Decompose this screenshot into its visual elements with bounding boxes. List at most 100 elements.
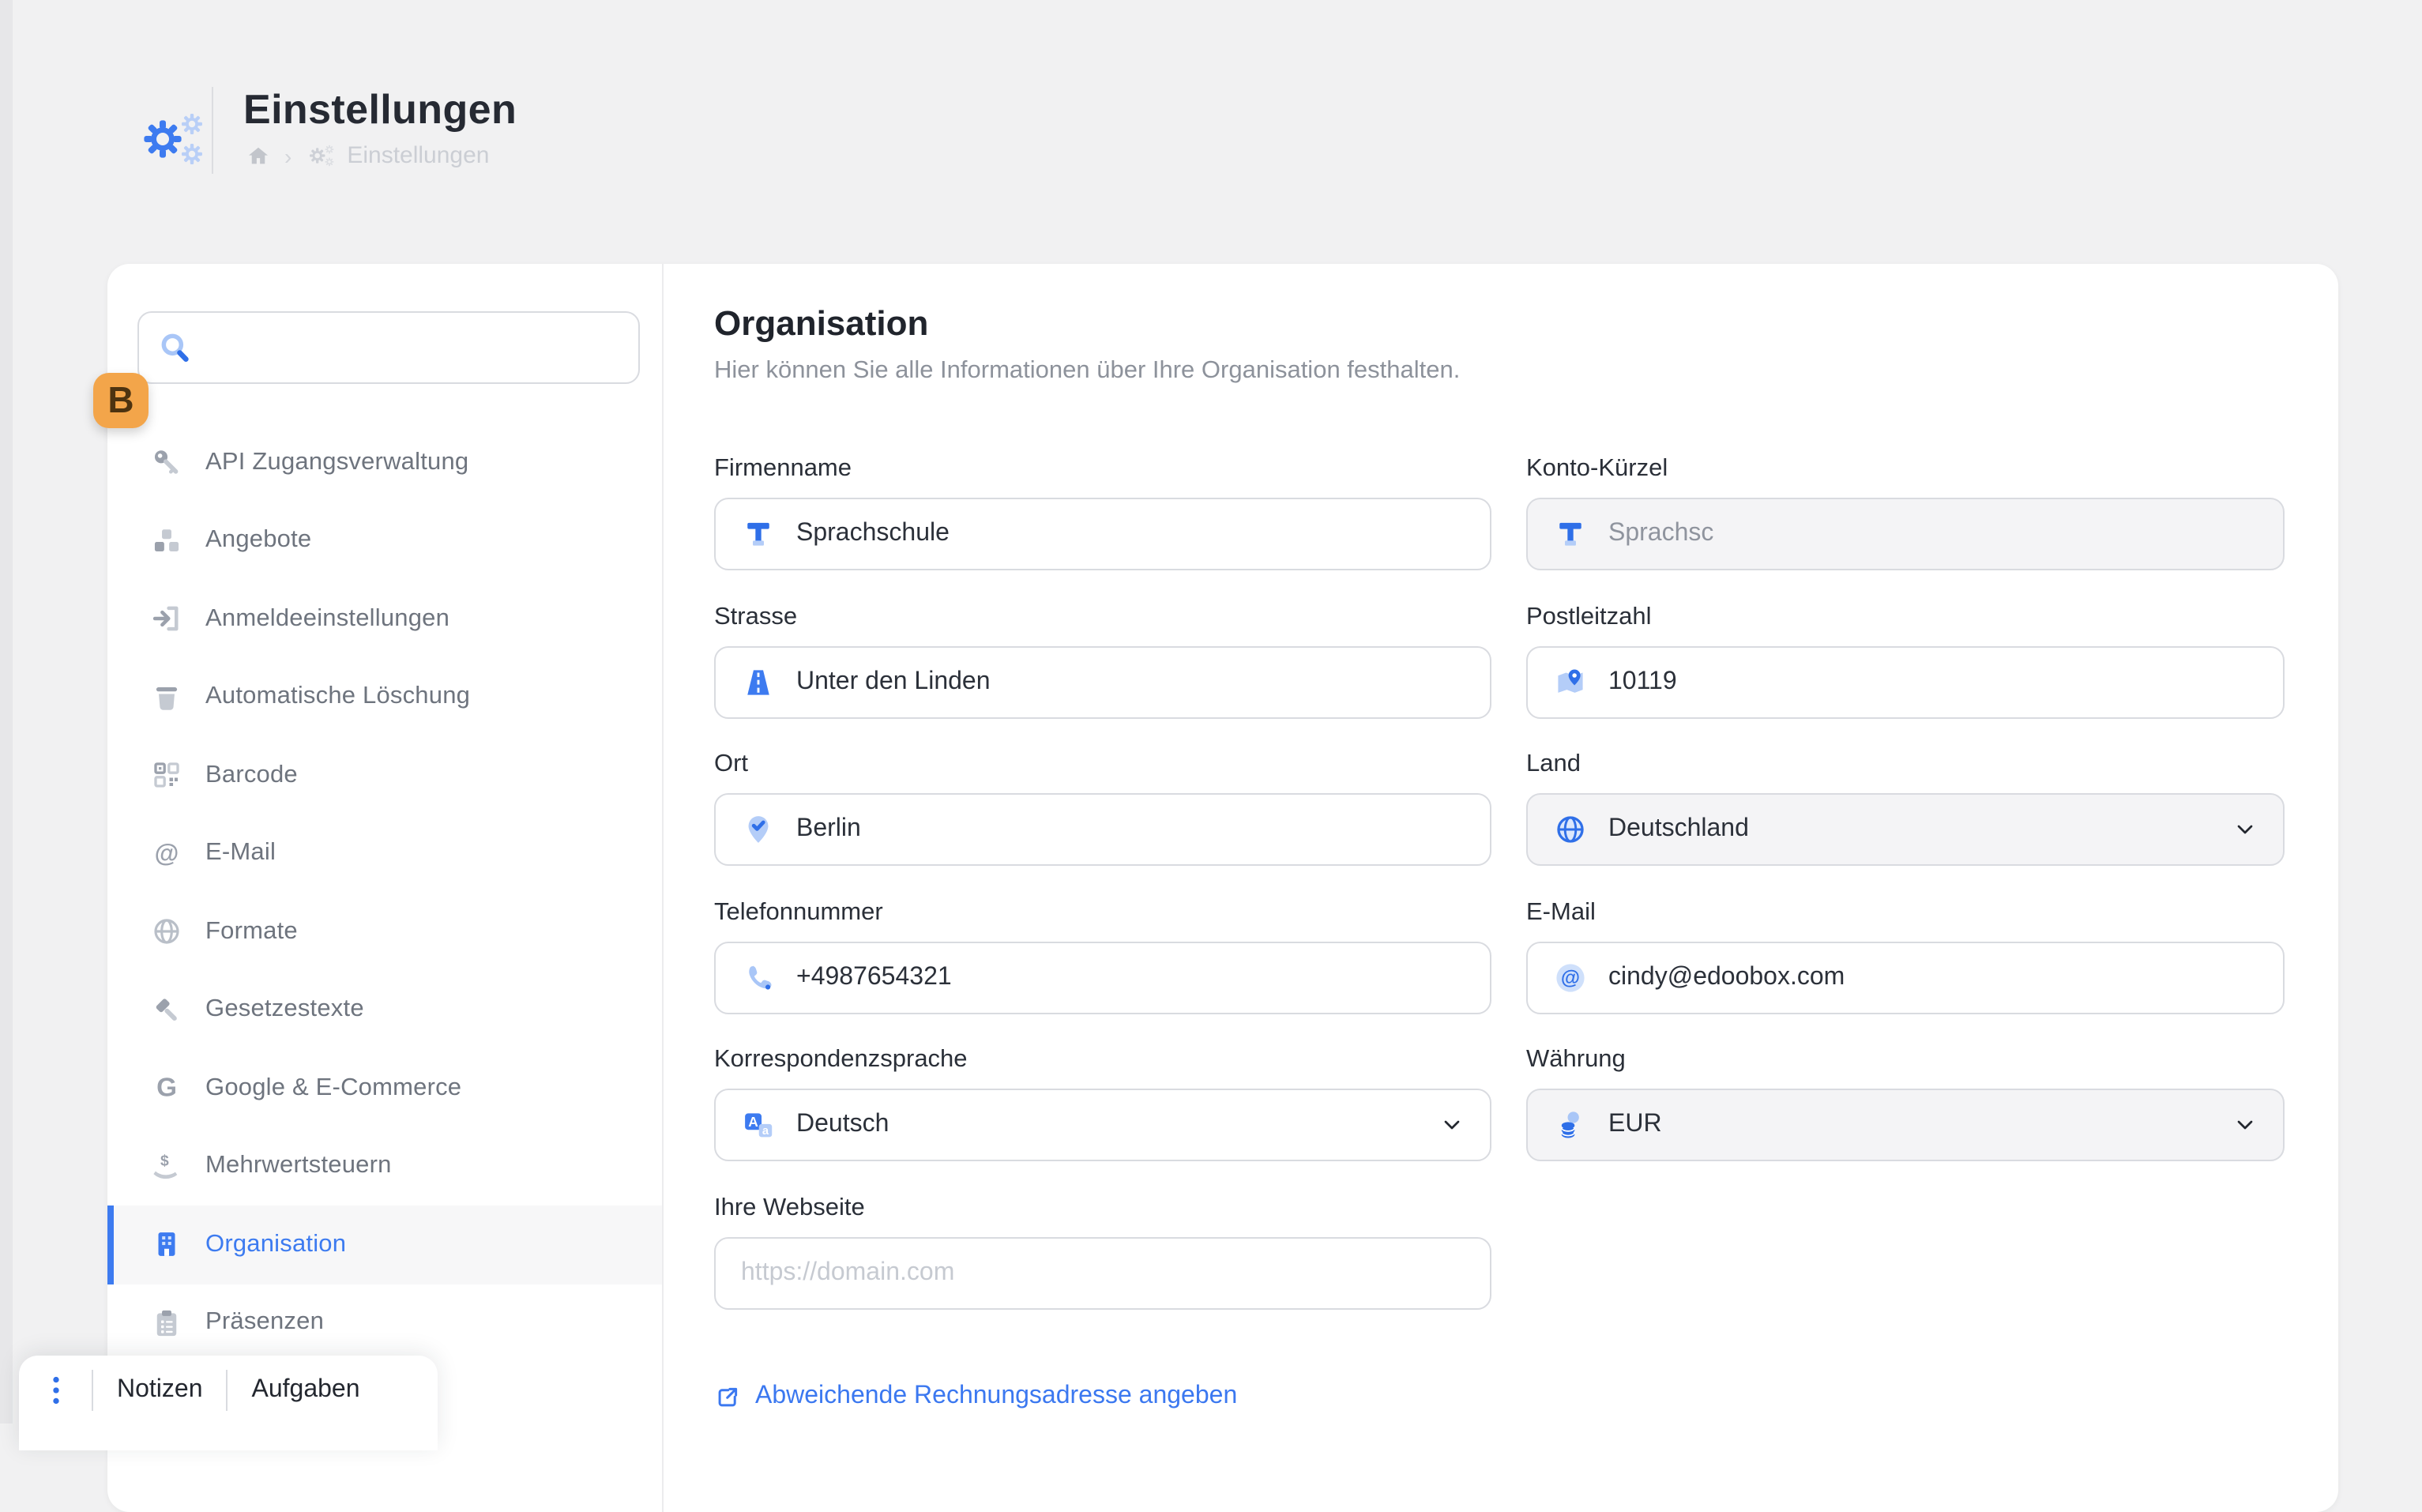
waehrung-value: EUR <box>1608 1111 1662 1139</box>
kebab-menu-icon[interactable] <box>44 1373 68 1408</box>
coins-icon <box>1553 1108 1588 1142</box>
svg-text:G: G <box>156 1074 177 1103</box>
sidebar-item-label: Angebote <box>205 527 311 555</box>
field-waehrung: Währung EUR <box>1526 1046 2285 1161</box>
webseite-input[interactable]: https://domain.com <box>714 1236 1491 1309</box>
ort-value: Berlin <box>796 815 861 844</box>
building-icon <box>150 1228 183 1262</box>
gavel-icon <box>150 994 183 1027</box>
korrespondenzsprache-value: Deutsch <box>796 1111 889 1139</box>
badge-b[interactable]: B <box>93 373 149 428</box>
sidebar-item-e-mail[interactable]: @E-Mail <box>107 814 662 893</box>
korrespondenzsprache-select[interactable]: AaDeutsch <box>714 1089 1491 1161</box>
road-icon <box>741 664 776 699</box>
trash-icon <box>150 681 183 714</box>
field-webseite: Ihre Webseitehttps://domain.com <box>714 1194 1491 1309</box>
field-firmenname: Firmenname Sprachschule <box>714 455 1491 570</box>
sidebar-item-label: Formate <box>205 918 298 946</box>
email-label: E-Mail <box>1526 898 2285 928</box>
widget-divider <box>227 1370 228 1411</box>
phone-icon <box>741 960 776 995</box>
ort-input[interactable]: Berlin <box>714 793 1491 866</box>
land-label: Land <box>1526 750 2285 780</box>
settings-gears-icon <box>133 107 205 179</box>
strasse-input[interactable]: Unter den Linden <box>714 645 1491 718</box>
settings-gears-small-icon <box>304 142 334 169</box>
sidebar-item-angebote[interactable]: Angebote <box>107 502 662 580</box>
key-icon <box>150 446 183 480</box>
sidebar-item-formate[interactable]: Formate <box>107 893 662 971</box>
telefonnummer-input[interactable]: +4987654321 <box>714 941 1491 1014</box>
sidebar-item-organisation[interactable]: Organisation <box>107 1205 662 1284</box>
postleitzahl-value: 10119 <box>1608 668 1677 696</box>
breadcrumb: › Einstellungen <box>245 142 490 169</box>
text-t-icon <box>1553 517 1588 551</box>
sidebar-item-label: Mehrwertsteuern <box>205 1153 392 1181</box>
chevron-down-icon <box>2232 1112 2258 1138</box>
search-icon <box>158 330 193 365</box>
telefonnummer-label: Telefonnummer <box>714 898 1491 928</box>
postleitzahl-input[interactable]: 10119 <box>1526 645 2285 718</box>
svg-text:@: @ <box>1561 967 1580 988</box>
land-value: Deutschland <box>1608 815 1749 844</box>
at-circle-icon: @ <box>1553 960 1588 995</box>
sidebar-item-label: Google & E-Commerce <box>205 1074 461 1103</box>
external-link-icon <box>714 1383 741 1410</box>
sidebar-item-mehrwertsteuern[interactable]: $ Mehrwertsteuern <box>107 1127 662 1205</box>
ort-label: Ort <box>714 750 1491 780</box>
location-check-icon <box>741 812 776 847</box>
settings-nav: API Zugangsverwaltung Angebote Anmeldeeins… <box>107 423 662 1362</box>
field-ort: Ort Berlin <box>714 750 1491 866</box>
telefonnummer-value: +4987654321 <box>796 963 952 991</box>
breadcrumb-separator: › <box>284 143 291 168</box>
page-edge-strip <box>0 0 13 1423</box>
breadcrumb-label[interactable]: Einstellungen <box>347 142 489 169</box>
field-land: Land Deutschland <box>1526 750 2285 866</box>
waehrung-label: Währung <box>1526 1046 2285 1076</box>
at-sign-icon: @ <box>150 837 183 871</box>
cubes-icon <box>150 525 183 558</box>
billing-address-link-label: Abweichende Rechnungsadresse angeben <box>755 1382 1237 1411</box>
sidebar-item-label: Gesetzestexte <box>205 996 364 1025</box>
home-icon[interactable] <box>245 143 272 168</box>
search-input[interactable] <box>209 333 619 363</box>
firmenname-input[interactable]: Sprachschule <box>714 498 1491 570</box>
chevron-down-icon <box>1439 1112 1465 1138</box>
korrespondenzsprache-label: Korrespondenzsprache <box>714 1046 1491 1076</box>
sidebar-item-anmeldeeinstellungen[interactable]: Anmeldeeinstellungen <box>107 580 662 658</box>
globe-blue-icon <box>1553 812 1588 847</box>
konto-kuerzel-input[interactable]: Sprachsc <box>1526 498 2285 570</box>
field-email: E-Mail @cindy@edoobox.com <box>1526 898 2285 1014</box>
field-postleitzahl: Postleitzahl 10119 <box>1526 603 2285 718</box>
webseite-value: https://domain.com <box>741 1258 954 1287</box>
organisation-form: Firmenname Sprachschule Konto-Kürzel Sprach… <box>714 455 2285 1341</box>
sidebar-item-barcode[interactable]: Barcode <box>107 736 662 814</box>
hand-dollar-icon: $ <box>150 1150 183 1183</box>
sidebar-item-gesetzestexte[interactable]: Gesetzestexte <box>107 971 662 1049</box>
firmenname-value: Sprachschule <box>796 520 950 548</box>
settings-search <box>137 311 640 384</box>
strasse-value: Unter den Linden <box>796 668 991 696</box>
field-konto-kuerzel: Konto-Kürzel Sprachsc <box>1526 455 2285 570</box>
sidebar-item-label: Organisation <box>205 1231 346 1259</box>
google-g-icon: G <box>150 1072 183 1105</box>
sidebar-item-automatische-loeschung[interactable]: Automatische Löschung <box>107 658 662 736</box>
waehrung-select[interactable]: EUR <box>1526 1089 2285 1161</box>
field-telefonnummer: Telefonnummer +4987654321 <box>714 898 1491 1014</box>
tab-aufgaben[interactable]: Aufgaben <box>252 1376 360 1405</box>
sidebar-item-label: Anmeldeeinstellungen <box>205 605 449 634</box>
firmenname-label: Firmenname <box>714 455 1491 485</box>
sidebar-item-api-zugangsverwaltung[interactable]: API Zugangsverwaltung <box>107 423 662 502</box>
postleitzahl-label: Postleitzahl <box>1526 603 2285 633</box>
sidebar-item-google-e-commerce[interactable]: G Google & E-Commerce <box>107 1049 662 1127</box>
section-subtitle: Hier können Sie alle Informationen über … <box>714 357 1460 386</box>
page-title: Einstellungen <box>243 85 517 133</box>
billing-address-link[interactable]: Abweichende Rechnungsadresse angeben <box>714 1382 1237 1411</box>
svg-text:A: A <box>748 1114 758 1130</box>
settings-sidebar: API Zugangsverwaltung Angebote Anmeldeeins… <box>107 264 664 1512</box>
land-select[interactable]: Deutschland <box>1526 793 2285 866</box>
email-input[interactable]: @cindy@edoobox.com <box>1526 941 2285 1014</box>
konto-kuerzel-label: Konto-Kürzel <box>1526 455 2285 485</box>
tab-notizen[interactable]: Notizen <box>117 1376 203 1405</box>
sidebar-item-praesenzen[interactable]: Präsenzen <box>107 1284 662 1362</box>
